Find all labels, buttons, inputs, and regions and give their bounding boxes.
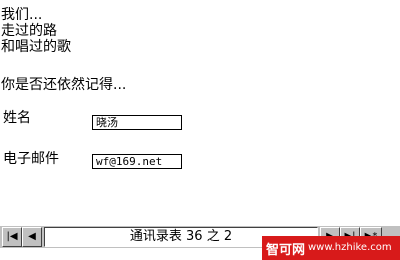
previous-record-button[interactable]: ◀ <box>22 227 42 247</box>
intro-line-2: 走过的路 <box>1 23 57 39</box>
name-label: 姓名 <box>3 110 31 126</box>
intro-line-3: 和唱过的歌 <box>1 39 71 55</box>
email-label: 电子邮件 <box>3 151 59 167</box>
email-field[interactable]: wf@169.net <box>92 154 182 169</box>
name-field[interactable]: 晓汤 <box>92 115 182 130</box>
site-watermark: 智可网 www.hzhike.com <box>262 236 400 260</box>
intro-line-4: 你是否还依然记得... <box>1 77 127 93</box>
first-record-button[interactable]: |◀ <box>2 227 22 247</box>
watermark-brand: 智可网 <box>266 243 306 258</box>
watermark-url: www.hzhike.com <box>308 242 392 253</box>
intro-line-1: 我们... <box>1 7 43 23</box>
